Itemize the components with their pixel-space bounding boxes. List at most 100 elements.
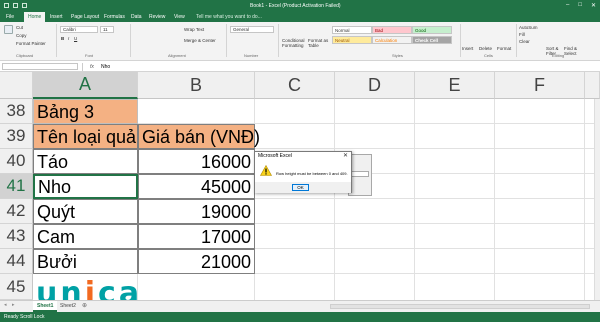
font-name-select[interactable]: Calibri <box>60 26 98 33</box>
font-size-select[interactable]: 11 <box>100 26 114 33</box>
tab-data[interactable]: Data <box>131 14 142 20</box>
style-good[interactable]: Good <box>412 26 452 34</box>
insert-cells-button[interactable]: Insert <box>462 46 473 51</box>
dialog-title: Microsoft Excel <box>258 153 292 159</box>
fill-button[interactable]: Fill <box>519 32 525 37</box>
autosum-button[interactable]: AutoSum <box>519 25 538 30</box>
tell-me-search[interactable]: Tell me what you want to do... <box>196 14 262 20</box>
vertical-scrollbar[interactable] <box>594 99 600 300</box>
row-header-38[interactable]: 38 <box>0 99 33 124</box>
row-header-40[interactable]: 40 <box>0 149 33 174</box>
active-cell[interactable]: Nho <box>33 174 138 199</box>
number-group-label: Number <box>244 53 259 58</box>
italic-button[interactable]: I <box>68 36 69 41</box>
status-bar: Ready Scroll Lock <box>0 312 600 322</box>
table-cell-name[interactable]: Cam <box>33 224 138 249</box>
undo-icon[interactable] <box>13 3 18 8</box>
fx-icon[interactable]: fx <box>90 64 94 70</box>
tab-page-layout[interactable]: Page Layout <box>71 14 99 20</box>
style-check-cell[interactable]: Check Cell <box>412 36 452 44</box>
style-normal[interactable]: Normal <box>332 26 372 34</box>
tab-view[interactable]: View <box>174 14 185 20</box>
format-as-table-button[interactable]: Format as Table <box>308 38 330 48</box>
format-cells-button[interactable]: Format <box>497 46 511 51</box>
formula-bar: fx Nho <box>0 62 600 72</box>
table-cell-name[interactable]: Táo <box>33 149 138 174</box>
select-all-corner[interactable] <box>0 72 33 99</box>
column-header-g[interactable] <box>585 72 600 99</box>
style-neutral[interactable]: Neutral <box>332 36 372 44</box>
header-price[interactable]: Giá bán (VNĐ) <box>138 124 260 149</box>
table-title-cell[interactable]: Bảng 3 <box>33 99 138 124</box>
save-icon[interactable] <box>4 3 9 8</box>
sheet-tab-sheet2[interactable]: Sheet2 <box>56 301 80 312</box>
font-group-label: Font <box>85 53 94 58</box>
column-header-f[interactable]: F <box>495 72 585 99</box>
tab-formulas[interactable]: Formulas <box>104 14 125 20</box>
name-box[interactable] <box>2 63 78 70</box>
quick-access-toolbar <box>4 3 27 8</box>
minimize-button[interactable]: – <box>566 2 569 9</box>
row-height-input[interactable] <box>351 171 369 177</box>
row-header-41[interactable]: 41 <box>0 174 33 199</box>
table-cell-price[interactable]: 21000 <box>138 249 255 274</box>
dialog-close-button[interactable]: ✕ <box>343 152 348 159</box>
underline-button[interactable]: U <box>74 36 77 41</box>
number-format-select[interactable]: General <box>230 26 274 33</box>
redo-icon[interactable] <box>22 3 27 8</box>
column-header-e[interactable]: E <box>415 72 495 99</box>
row-header-39[interactable]: 39 <box>0 124 33 149</box>
error-dialog: Microsoft Excel ✕ Row height must be bet… <box>254 151 352 193</box>
tab-home[interactable]: Home <box>24 12 46 22</box>
table-cell-price[interactable]: 16000 <box>138 149 255 174</box>
bold-button[interactable]: B <box>61 36 64 41</box>
row-header-45[interactable]: 45 <box>0 274 33 300</box>
formula-input[interactable]: Nho <box>101 64 110 70</box>
copy-button[interactable]: Copy <box>16 33 27 38</box>
ribbon: Cut Copy Format Painter Clipboard Calibr… <box>0 22 600 61</box>
ok-button[interactable]: OK <box>292 184 309 191</box>
tab-review[interactable]: Review <box>149 14 165 20</box>
dialog-message: Row height must be between 0 and 409. <box>276 171 348 176</box>
horizontal-scrollbar[interactable] <box>330 304 590 309</box>
column-header-d[interactable]: D <box>335 72 415 99</box>
wrap-text-button[interactable]: Wrap Text <box>184 27 204 32</box>
style-calculation[interactable]: Calculation <box>372 36 412 44</box>
column-header-b[interactable]: B <box>138 72 255 99</box>
clear-button[interactable]: Clear <box>519 39 530 44</box>
paste-icon[interactable] <box>4 25 13 34</box>
row-header-42[interactable]: 42 <box>0 199 33 224</box>
status-ready: Ready <box>4 314 19 320</box>
merge-center-button[interactable]: Merge & Center <box>184 38 216 43</box>
alignment-group-label: Alignment <box>168 53 186 58</box>
add-sheet-icon[interactable]: ⊕ <box>82 302 87 309</box>
column-header-a[interactable]: A <box>33 72 138 99</box>
sheet-nav-next-icon[interactable]: ▸ <box>12 302 15 308</box>
sheet-tab-sheet1[interactable]: Sheet1 <box>33 301 58 312</box>
row-header-43[interactable]: 43 <box>0 224 33 249</box>
row-header-44[interactable]: 44 <box>0 249 33 274</box>
column-header-c[interactable]: C <box>255 72 335 99</box>
style-bad[interactable]: Bad <box>372 26 412 34</box>
sheet-tab-bar: ◂ ▸ Sheet1 Sheet2 ⊕ <box>0 300 600 312</box>
maximize-button[interactable]: □ <box>578 2 582 9</box>
cells-group-label: Cells <box>484 53 493 58</box>
clipboard-group-label: Clipboard <box>16 53 34 58</box>
warning-icon <box>260 165 272 176</box>
table-cell-price[interactable]: 19000 <box>138 199 255 224</box>
close-button[interactable]: ✕ <box>591 2 596 9</box>
find-select-button[interactable]: Find & Select <box>564 46 580 56</box>
header-fruit-name[interactable]: Tên loại quả <box>33 124 138 149</box>
table-cell-name[interactable]: Bưởi <box>33 249 138 274</box>
tab-insert[interactable]: Insert <box>50 14 63 20</box>
table-cell-price[interactable]: 17000 <box>138 224 255 249</box>
conditional-formatting-button[interactable]: Conditional Formatting <box>282 38 308 48</box>
table-cell-price[interactable]: 45000 <box>138 174 255 199</box>
format-painter-button[interactable]: Format Painter <box>16 41 46 46</box>
cut-button[interactable]: Cut <box>16 25 23 30</box>
delete-cells-button[interactable]: Delete <box>479 46 492 51</box>
sheet-nav-prev-icon[interactable]: ◂ <box>4 302 7 308</box>
tab-file[interactable]: File <box>6 14 14 20</box>
styles-group-label: Styles <box>392 53 403 58</box>
table-cell-name[interactable]: Quýt <box>33 199 138 224</box>
